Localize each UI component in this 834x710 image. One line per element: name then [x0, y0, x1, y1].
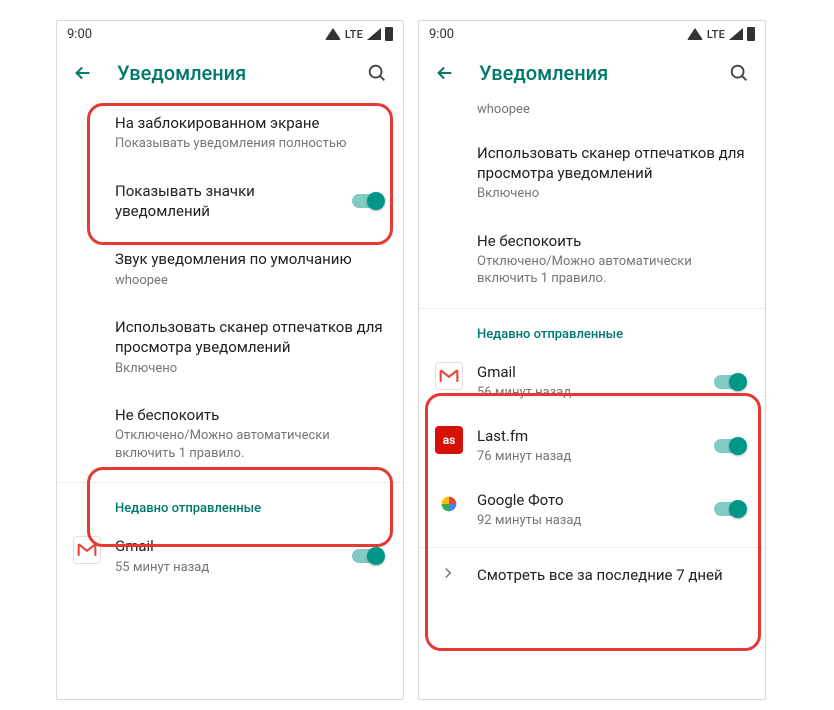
app-row-photos[interactable]: Google Фото 92 минуты назад	[419, 478, 765, 542]
section-recent: Недавно отправленные	[419, 309, 765, 350]
battery-icon	[385, 27, 393, 41]
setting-fingerprint[interactable]: Использовать сканер отпечатков для просм…	[419, 129, 765, 217]
setting-dnd[interactable]: Не беспокоить Отключено/Можно автоматиче…	[419, 217, 765, 302]
lte-label: LTE	[707, 28, 725, 41]
page-title: Уведомления	[479, 61, 705, 85]
setting-title: Показывать значки уведомлений	[115, 181, 339, 222]
see-all-label: Смотреть все за последние 7 дней	[477, 566, 723, 584]
wifi-icon	[325, 28, 341, 40]
phone-right: 9:00 LTE Уведомления whoopee Использова	[418, 20, 766, 700]
setting-sound-partial[interactable]: whoopee	[419, 101, 765, 129]
signal-icon	[367, 28, 381, 40]
app-bar: Уведомления	[419, 47, 765, 99]
app-row-lastfm[interactable]: as Last.fm 76 минут назад	[419, 414, 765, 478]
setting-subtitle: Отключено/Можно автоматически включить 1…	[477, 253, 747, 288]
app-time: 56 минут назад	[477, 384, 701, 402]
app-row-gmail[interactable]: Gmail 55 минут назад	[57, 524, 403, 588]
search-button[interactable]	[365, 61, 389, 85]
google-photos-icon	[435, 490, 463, 518]
app-name: Gmail	[477, 362, 701, 382]
section-recent: Недавно отправленные	[57, 483, 403, 524]
setting-subtitle: Включено	[115, 360, 385, 378]
setting-title: Использовать сканер отпечатков для просм…	[477, 143, 747, 184]
lastfm-switch[interactable]	[713, 436, 747, 456]
page-title: Уведомления	[117, 61, 343, 85]
setting-title: Звук уведомления по умолчанию	[115, 249, 385, 269]
setting-title: Использовать сканер отпечатков для просм…	[115, 317, 385, 358]
app-time: 92 минуты назад	[477, 512, 701, 530]
setting-title: На заблокированном экране	[115, 113, 385, 133]
app-time: 76 минут назад	[477, 448, 701, 466]
setting-sound[interactable]: Звук уведомления по умолчанию whoopee	[57, 235, 403, 303]
wifi-icon	[687, 28, 703, 40]
app-bar: Уведомления	[57, 47, 403, 99]
setting-lockscreen[interactable]: На заблокированном экране Показывать уве…	[57, 99, 403, 167]
gmail-icon	[73, 536, 101, 564]
signal-icon	[729, 28, 743, 40]
setting-fingerprint[interactable]: Использовать сканер отпечатков для просм…	[57, 303, 403, 391]
gmail-icon	[435, 362, 463, 390]
setting-subtitle: whoopee	[477, 101, 747, 119]
badges-switch[interactable]	[351, 191, 385, 211]
lte-label: LTE	[345, 28, 363, 41]
photos-switch[interactable]	[713, 499, 747, 519]
search-button[interactable]	[727, 61, 751, 85]
phone-left: 9:00 LTE Уведомления На заблокированном …	[56, 20, 404, 700]
status-time: 9:00	[429, 27, 454, 42]
gmail-switch[interactable]	[351, 546, 385, 566]
settings-list[interactable]: На заблокированном экране Показывать уве…	[57, 99, 403, 699]
app-name: Google Фото	[477, 490, 701, 510]
back-button[interactable]	[71, 61, 95, 85]
app-row-gmail[interactable]: Gmail 56 минут назад	[419, 350, 765, 414]
back-button[interactable]	[433, 61, 457, 85]
setting-subtitle: Отключено/Можно автоматически включить 1…	[115, 427, 385, 462]
status-time: 9:00	[67, 27, 92, 42]
back-arrow-icon	[72, 62, 94, 84]
see-all-row[interactable]: Смотреть все за последние 7 дней	[419, 548, 765, 602]
search-icon	[366, 62, 388, 84]
setting-subtitle: Включено	[477, 185, 747, 203]
settings-list[interactable]: whoopee Использовать сканер отпечатков д…	[419, 99, 765, 699]
setting-dnd[interactable]: Не беспокоить Отключено/Можно автоматиче…	[57, 391, 403, 476]
app-name: Gmail	[115, 536, 339, 556]
chevron-right-icon	[439, 564, 457, 586]
lastfm-icon: as	[435, 426, 463, 454]
status-bar: 9:00 LTE	[57, 21, 403, 47]
setting-badges[interactable]: Показывать значки уведомлений	[57, 167, 403, 236]
status-bar: 9:00 LTE	[419, 21, 765, 47]
setting-title: Не беспокоить	[115, 405, 385, 425]
gmail-switch[interactable]	[713, 372, 747, 392]
search-icon	[728, 62, 750, 84]
app-name: Last.fm	[477, 426, 701, 446]
battery-icon	[747, 27, 755, 41]
setting-subtitle: Показывать уведомления полностью	[115, 135, 385, 153]
setting-title: Не беспокоить	[477, 231, 747, 251]
setting-subtitle: whoopee	[115, 272, 385, 290]
app-time: 55 минут назад	[115, 559, 339, 577]
back-arrow-icon	[434, 62, 456, 84]
